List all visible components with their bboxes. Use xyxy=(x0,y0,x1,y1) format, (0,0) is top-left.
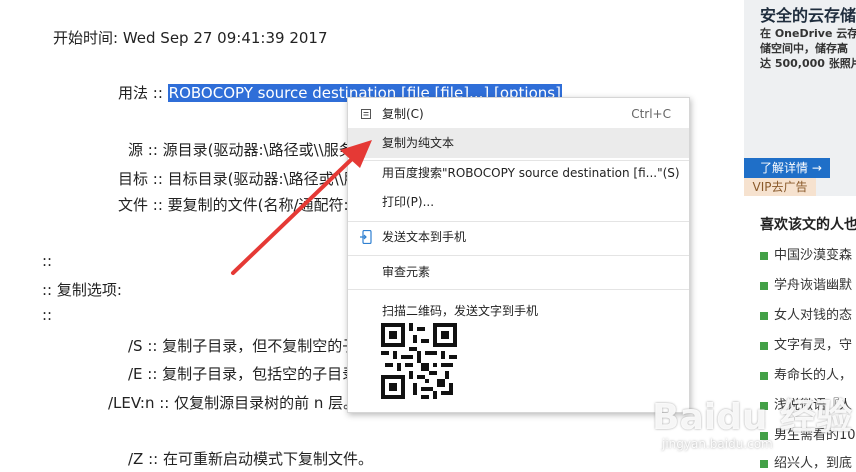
menu-divider xyxy=(348,255,689,256)
bullet-icon xyxy=(760,281,768,290)
bullet-icon xyxy=(760,311,768,320)
ad-desc-line: 达 500,000 张照片 xyxy=(760,57,856,70)
phone-send-icon xyxy=(360,230,372,244)
bullet-icon xyxy=(760,371,768,380)
ad-desc-line: 储空间中，储存高 xyxy=(760,42,848,55)
colon-line-2: :: xyxy=(42,306,53,324)
menu-item-print[interactable]: 打印(P)... xyxy=(348,187,689,217)
menu-item-copy-plain-text[interactable]: 复制为纯文本 xyxy=(348,128,689,158)
menu-item-label: 用百度搜索"ROBOCOPY source destination [fi...… xyxy=(382,166,680,180)
menu-item-label: 扫描二维码，发送文字到手机 xyxy=(382,304,539,318)
related-item-label: 文字有灵，守 xyxy=(774,338,853,353)
menu-item-label: 审查元素 xyxy=(382,265,431,279)
bullet-icon xyxy=(760,341,768,350)
context-menu: 复制(C) Ctrl+C 复制为纯文本 用百度搜索"ROBOCOPY sourc… xyxy=(347,97,690,413)
related-item[interactable]: 文字有灵，守 xyxy=(760,334,856,354)
baidu-watermark: Baidu 经验 xyxy=(652,397,853,438)
menu-item-label: 打印(P)... xyxy=(382,195,435,209)
copy-icon xyxy=(361,109,371,119)
start-time: 开始时间: Wed Sep 27 09:41:39 2017 xyxy=(53,29,328,47)
related-item[interactable]: 学舟诙谐幽默 xyxy=(760,274,856,294)
related-item-label: 女人对钱的态 xyxy=(774,308,853,323)
related-item-label: 绍兴人，到底 xyxy=(774,456,853,471)
menu-item-label: 复制为纯文本 xyxy=(382,136,455,150)
related-item[interactable]: 女人对钱的态 xyxy=(760,304,856,324)
bullet-icon xyxy=(760,251,768,260)
bullet-icon xyxy=(760,459,768,468)
menu-item-copy[interactable]: 复制(C) Ctrl+C xyxy=(348,99,689,129)
colon-line-1: :: xyxy=(42,252,53,270)
qr-code-icon xyxy=(381,323,457,399)
menu-item-label: 复制(C) xyxy=(382,107,424,121)
related-item-label: 中国沙漠变森 xyxy=(774,248,853,263)
copy-options-heading: :: 复制选项: xyxy=(42,281,122,299)
ad-title: 安全的云存储 xyxy=(760,6,856,25)
shortcut-label: Ctrl+C xyxy=(631,107,671,121)
scan-qr-label-row: 扫描二维码，发送文字到手机 xyxy=(348,296,689,326)
ad-description: 在 OneDrive 云存 储空间中，储存高 达 500,000 张照片 xyxy=(760,26,856,71)
menu-divider xyxy=(348,289,689,290)
menu-item-baidu-search[interactable]: 用百度搜索"ROBOCOPY source destination [fi...… xyxy=(348,158,689,188)
option-lev: /LEV:n :: 仅复制源目录树的前 n 层。 xyxy=(108,394,359,412)
option-e: /E :: 复制子目录，包括空的子目录。 xyxy=(128,365,373,383)
learn-more-button[interactable]: 了解详情 → xyxy=(744,158,830,178)
menu-item-label: 发送文本到手机 xyxy=(382,230,467,244)
vip-remove-ads-link[interactable]: VIP去广告 xyxy=(744,178,816,196)
related-item[interactable]: 中国沙漠变森 xyxy=(760,244,856,264)
related-item-label: 学舟诙谐幽默 xyxy=(774,278,853,293)
menu-item-send-to-phone[interactable]: 发送文本到手机 xyxy=(348,222,689,252)
usage-prefix: 用法 :: xyxy=(118,84,168,102)
related-item[interactable]: 绍兴人，到底 xyxy=(760,452,856,472)
ad-desc-line: 在 OneDrive 云存 xyxy=(760,27,856,40)
related-item-label: 寿命长的人， xyxy=(774,368,853,383)
related-heading: 喜欢该文的人也 xyxy=(760,217,856,233)
watermark-url: jingyan.baidu.com xyxy=(662,437,773,451)
option-z: /Z :: 在可重新启动模式下复制文件。 xyxy=(128,450,373,468)
menu-item-inspect[interactable]: 审查元素 xyxy=(348,257,689,287)
related-item[interactable]: 寿命长的人， xyxy=(760,364,856,384)
